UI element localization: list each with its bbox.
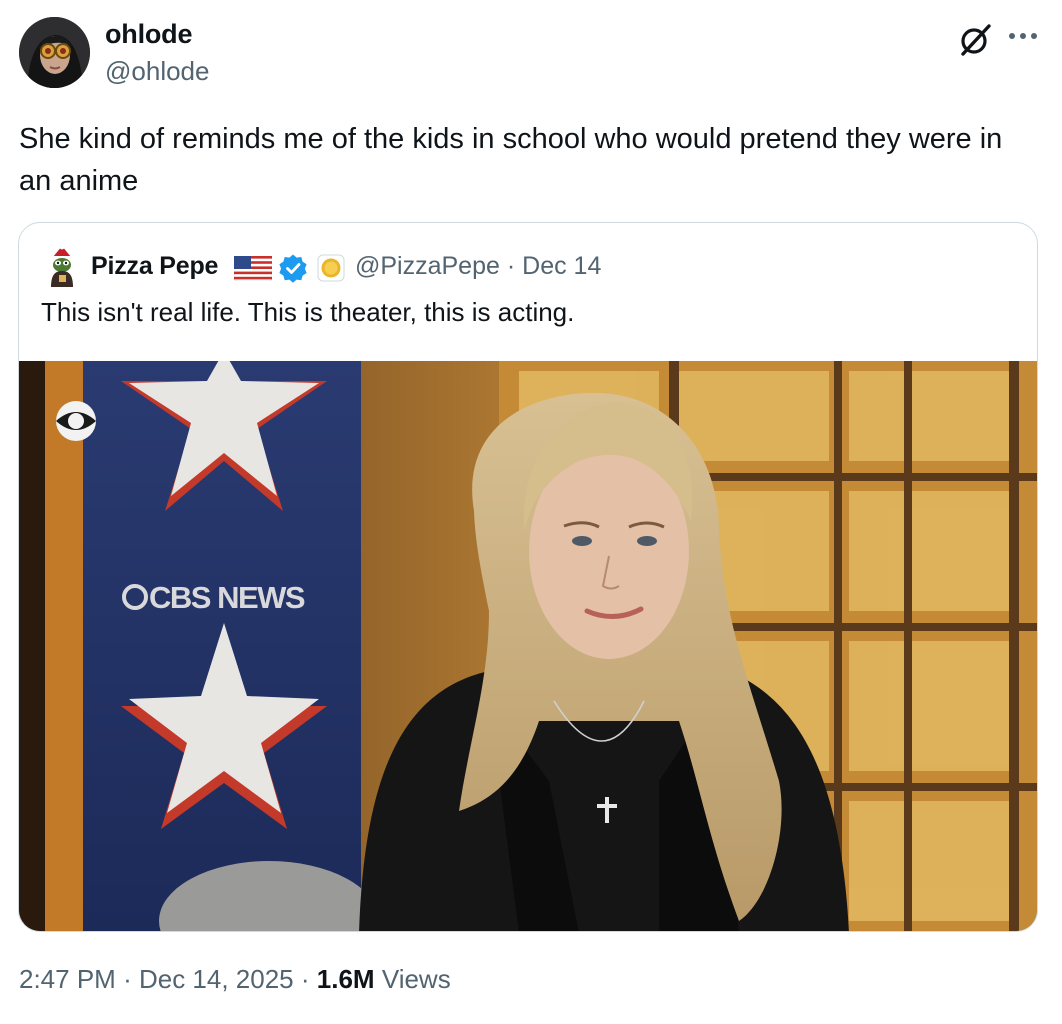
gold-coin-icon	[317, 254, 345, 282]
quoted-date[interactable]: Dec 14	[522, 252, 601, 280]
media-watermark: CBS NEWS	[149, 580, 305, 615]
quoted-tweet-text: This isn't real life. This is theater, t…	[41, 297, 575, 327]
tweet-text: She kind of reminds me of the kids in sc…	[19, 123, 1003, 197]
meta-separator: ·	[300, 964, 310, 994]
tweet-time[interactable]: 2:47 PM	[19, 964, 116, 994]
us-flag-icon	[233, 255, 273, 282]
grok-icon[interactable]	[957, 22, 993, 58]
tweet-footer-meta: 2:47 PM · Dec 14, 2025 · 1.6M Views	[19, 964, 451, 995]
quoted-media-video[interactable]: CBS NEWS	[19, 351, 1037, 931]
author-avatar[interactable]	[19, 17, 90, 88]
views-label: Views	[381, 964, 451, 994]
author-name[interactable]: ohlode	[105, 19, 192, 50]
quoted-tweet-card[interactable]: Pizza Pepe @PizzaPepe · Dec 14 This isn'…	[18, 222, 1038, 932]
cbs-eye-icon	[56, 401, 96, 441]
views-count[interactable]: 1.6M	[317, 964, 375, 994]
verified-badge-icon[interactable]	[278, 253, 308, 283]
quoted-author-avatar[interactable]	[45, 244, 79, 287]
quoted-meta: @PizzaPepe · Dec 14	[355, 252, 601, 281]
quoted-author-handle[interactable]: @PizzaPepe	[355, 252, 500, 280]
meta-separator: ·	[506, 252, 516, 280]
author-handle[interactable]: @ohlode	[105, 56, 209, 87]
more-icon[interactable]	[1004, 24, 1042, 48]
quoted-author-name[interactable]: Pizza Pepe	[91, 252, 218, 281]
meta-separator: ·	[123, 964, 132, 994]
tweet-date[interactable]: Dec 14, 2025	[139, 964, 294, 994]
tweet: ohlode @ohlode She kind of reminds me of…	[0, 0, 1062, 1024]
